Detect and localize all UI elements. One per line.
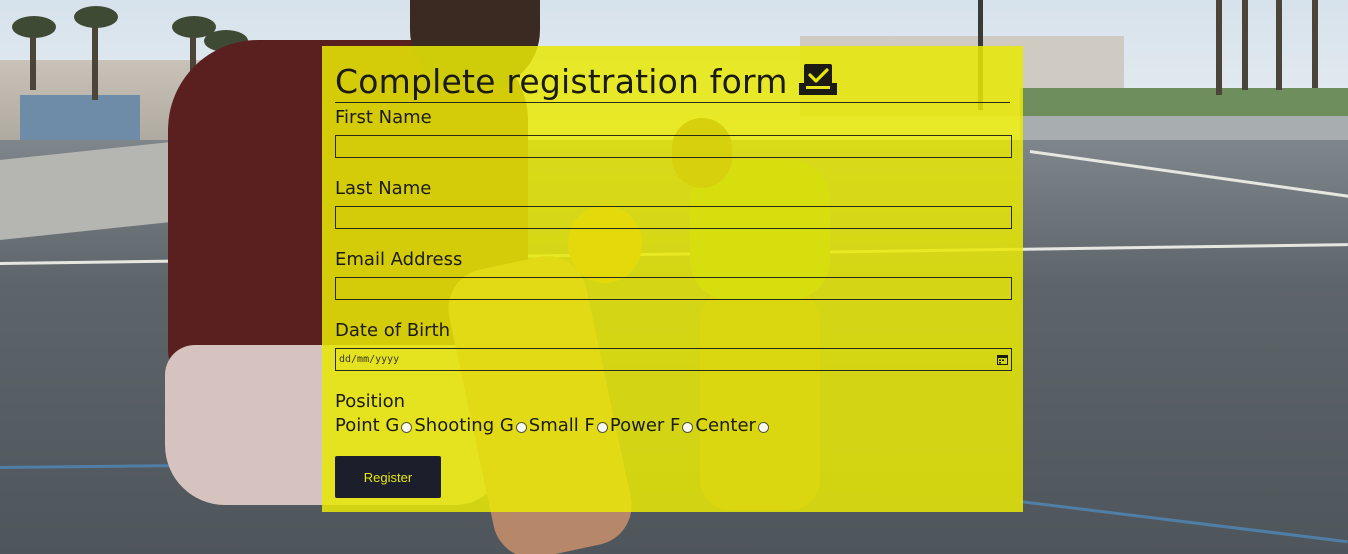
palm-tree [74,6,118,28]
position-radio-group: Point G Shooting G Small F Power F Cente… [335,415,771,437]
last-name-label: Last Name [335,178,432,199]
position-label: Position [335,391,406,412]
radio-button[interactable] [401,422,413,433]
background-hedge [1020,88,1348,118]
register-button[interactable]: Register [335,456,441,498]
date-of-birth-label: Date of Birth [335,320,451,341]
form-title: Complete registration form [335,62,788,101]
position-option-shooting-guard[interactable]: Shooting G [414,415,528,437]
palm-tree [30,30,36,90]
position-option-power-forward[interactable]: Power F [610,415,696,437]
position-option-small-forward[interactable]: Small F [529,415,610,437]
first-name-field[interactable] [335,135,1012,158]
radio-label: Power F [609,415,681,436]
registration-form: Complete registration form First Name La… [322,46,1023,512]
background-wall [1020,116,1348,140]
radio-label: Point G [335,415,400,436]
position-option-point-guard[interactable]: Point G [335,415,414,437]
radio-button[interactable] [682,422,694,433]
radio-button[interactable] [757,422,769,433]
radio-button[interactable] [515,422,527,433]
email-field[interactable] [335,277,1012,300]
radio-label: Small F [528,415,595,436]
last-name-field[interactable] [335,206,1012,229]
first-name-label: First Name [335,107,432,128]
date-of-birth-field[interactable]: dd/mm/yyyy [335,348,1012,371]
checkbox-tray-icon [798,63,838,97]
date-placeholder: dd/mm/yyyy [339,354,400,365]
radio-button[interactable] [596,422,608,433]
palm-tree [1312,0,1318,88]
radio-label: Center [695,415,756,436]
radio-label: Shooting G [414,415,514,436]
calendar-icon[interactable] [997,354,1008,365]
form-header: Complete registration form [335,62,1010,103]
palm-tree [1242,0,1248,90]
palm-tree [1276,0,1282,90]
palm-tree [12,16,56,38]
email-label: Email Address [335,249,463,270]
background-building [20,95,140,145]
palm-tree [1216,0,1222,95]
position-option-center[interactable]: Center [695,415,771,437]
palm-tree [92,20,98,100]
